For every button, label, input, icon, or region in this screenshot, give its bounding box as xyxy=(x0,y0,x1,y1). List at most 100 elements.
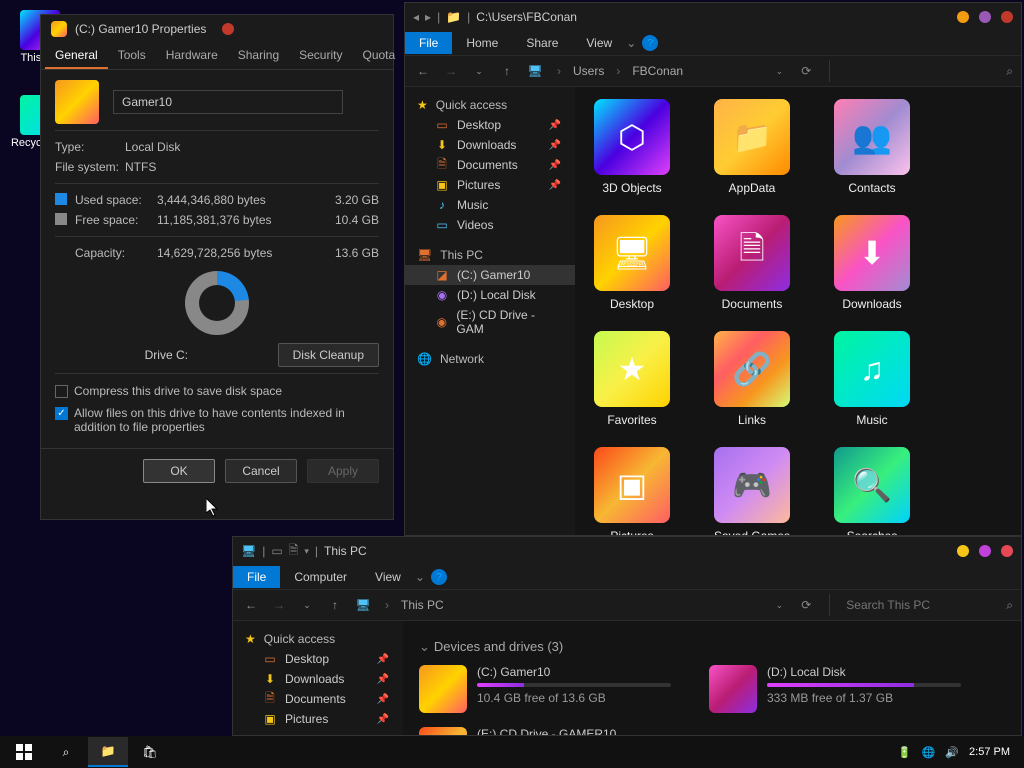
folder-downloads[interactable]: ⬇Downloads xyxy=(827,215,917,311)
crumb-this-pc[interactable]: This PC xyxy=(401,598,444,612)
up-button[interactable]: ↑ xyxy=(497,61,517,81)
cancel-button[interactable]: Cancel xyxy=(225,459,297,483)
forward-button[interactable]: → xyxy=(269,595,289,615)
search-input[interactable] xyxy=(840,60,1000,82)
nav-documents[interactable]: 🗎Documents📌 xyxy=(405,155,575,175)
address-dropdown[interactable]: ⌄ xyxy=(776,600,784,611)
folder-appdata[interactable]: 📁AppData xyxy=(707,99,797,195)
nav-chevrons-icon[interactable]: | xyxy=(437,10,440,24)
nav-desktop[interactable]: ▭Desktop📌 xyxy=(233,649,403,669)
ok-button[interactable]: OK xyxy=(143,459,215,483)
nav-forward-icon[interactable]: ▸ xyxy=(425,10,431,24)
menu-computer[interactable]: Computer xyxy=(280,566,361,588)
drive-c[interactable]: (C:) Gamer10 10.4 GB free of 13.6 GB xyxy=(415,661,675,717)
tray-battery-icon[interactable]: 🔋 xyxy=(898,746,912,759)
folder-3d-objects[interactable]: ⬡3D Objects xyxy=(587,99,677,195)
folder-pictures[interactable]: ▣Pictures xyxy=(587,447,677,535)
expand-ribbon-icon[interactable]: ⌄ xyxy=(415,570,425,584)
crumb-users[interactable]: Users xyxy=(573,64,604,78)
tray-clock[interactable]: 2:57 PM xyxy=(969,746,1010,758)
close-button[interactable] xyxy=(222,23,234,35)
minimize-button[interactable] xyxy=(957,11,969,23)
back-button[interactable]: ← xyxy=(241,595,261,615)
nav-drive-c[interactable]: ◪(C:) Gamer10 xyxy=(405,265,575,285)
this-pc-header[interactable]: 🖥 This PC xyxy=(405,245,575,265)
menu-home[interactable]: Home xyxy=(452,32,512,54)
nav-videos[interactable]: ▭Videos xyxy=(405,215,575,235)
menu-file[interactable]: File xyxy=(233,566,280,588)
compress-checkbox[interactable]: Compress this drive to save disk space xyxy=(55,380,379,402)
nav-pictures[interactable]: ▣Pictures📌 xyxy=(405,175,575,195)
close-button[interactable] xyxy=(1001,545,1013,557)
search-input[interactable] xyxy=(840,594,1000,616)
nav-desktop[interactable]: ▭Desktop📌 xyxy=(405,115,575,135)
recent-dropdown[interactable]: ⌄ xyxy=(469,61,489,81)
nav-music[interactable]: ♪Music xyxy=(405,195,575,215)
nav-downloads[interactable]: ⬇Downloads📌 xyxy=(405,135,575,155)
drive-e[interactable]: (E:) CD Drive - GAMER10 0 bytes free of … xyxy=(415,723,675,735)
folder-saved-games[interactable]: 🎮Saved Games xyxy=(707,447,797,535)
nav-back-icon[interactable]: ◂ xyxy=(413,10,419,24)
title-bar[interactable]: ◂ ▸ | 📁 | C:\Users\FBConan xyxy=(405,3,1021,31)
help-icon[interactable]: ? xyxy=(642,35,658,51)
props-icon[interactable]: ▭ xyxy=(271,544,282,558)
minimize-button[interactable] xyxy=(957,545,969,557)
maximize-button[interactable] xyxy=(979,11,991,23)
drive-d[interactable]: (D:) Local Disk 333 MB free of 1.37 GB xyxy=(705,661,965,717)
tab-general[interactable]: General xyxy=(45,43,108,69)
dialog-title-bar[interactable]: (C:) Gamer10 Properties xyxy=(41,15,393,43)
folder-contacts[interactable]: 👥Contacts xyxy=(827,99,917,195)
start-button[interactable] xyxy=(4,737,44,767)
tray-network-icon[interactable]: 🌐 xyxy=(922,746,936,759)
folder-searches[interactable]: 🔍Searches xyxy=(827,447,917,535)
expand-ribbon-icon[interactable]: ⌄ xyxy=(626,36,636,50)
maximize-button[interactable] xyxy=(979,545,991,557)
apply-button[interactable]: Apply xyxy=(307,459,379,483)
tab-tools[interactable]: Tools xyxy=(108,43,156,69)
tab-security[interactable]: Security xyxy=(289,43,352,69)
forward-button[interactable]: → xyxy=(441,61,461,81)
folder-desktop[interactable]: 🖥Desktop xyxy=(587,215,677,311)
drive-name-input[interactable] xyxy=(113,90,343,114)
network-header[interactable]: 🌐 Network xyxy=(405,349,575,369)
back-button[interactable]: ← xyxy=(413,61,433,81)
search-icon[interactable]: ⌕ xyxy=(1006,598,1013,613)
menu-file[interactable]: File xyxy=(405,32,452,54)
tray-volume-icon[interactable]: 🔊 xyxy=(945,746,959,759)
refresh-button[interactable]: ⟳ xyxy=(801,64,811,78)
devices-section-header[interactable]: ⌄Devices and drives (3) xyxy=(415,633,1009,661)
folder-music[interactable]: ♫Music xyxy=(827,331,917,427)
up-button[interactable]: ↑ xyxy=(325,595,345,615)
tab-hardware[interactable]: Hardware xyxy=(156,43,228,69)
menu-share[interactable]: Share xyxy=(512,32,572,54)
folder-documents[interactable]: 🗎Documents xyxy=(707,215,797,311)
menu-view[interactable]: View xyxy=(572,32,626,54)
quick-access-header[interactable]: ★ Quick access xyxy=(405,95,575,115)
tab-sharing[interactable]: Sharing xyxy=(228,43,289,69)
nav-downloads[interactable]: ⬇Downloads📌 xyxy=(233,669,403,689)
nav-pictures[interactable]: ▣Pictures📌 xyxy=(233,709,403,729)
quick-access-header[interactable]: ★ Quick access xyxy=(233,629,403,649)
index-checkbox[interactable]: ✓ Allow files on this drive to have cont… xyxy=(55,402,379,438)
tab-quota[interactable]: Quota xyxy=(352,43,405,69)
refresh-button[interactable]: ⟳ xyxy=(801,598,811,612)
nav-documents[interactable]: 🗎Documents📌 xyxy=(233,689,403,709)
address-dropdown[interactable]: ⌄ xyxy=(776,66,784,77)
folder-icon: ♫ xyxy=(834,331,910,407)
folder-favorites[interactable]: ★Favorites xyxy=(587,331,677,427)
close-button[interactable] xyxy=(1001,11,1013,23)
taskbar-explorer[interactable]: 📁 xyxy=(88,737,128,767)
search-icon[interactable]: ⌕ xyxy=(1006,64,1013,79)
taskbar-store[interactable]: 🛍 xyxy=(130,737,170,767)
nav-drive-e[interactable]: ◉(E:) CD Drive - GAM xyxy=(405,305,575,339)
disk-cleanup-button[interactable]: Disk Cleanup xyxy=(278,343,379,367)
menu-view[interactable]: View xyxy=(361,566,415,588)
crumb-fbconan[interactable]: FBConan xyxy=(632,64,683,78)
search-button[interactable]: ⌕ xyxy=(46,737,86,767)
doc-icon[interactable]: 🗎 xyxy=(289,541,299,562)
title-bar[interactable]: 🖥 | ▭ 🗎 ▾ | This PC xyxy=(233,537,1021,565)
nav-drive-d[interactable]: ◉(D:) Local Disk xyxy=(405,285,575,305)
help-icon[interactable]: ? xyxy=(431,569,447,585)
folder-links[interactable]: 🔗Links xyxy=(707,331,797,427)
recent-dropdown[interactable]: ⌄ xyxy=(297,595,317,615)
